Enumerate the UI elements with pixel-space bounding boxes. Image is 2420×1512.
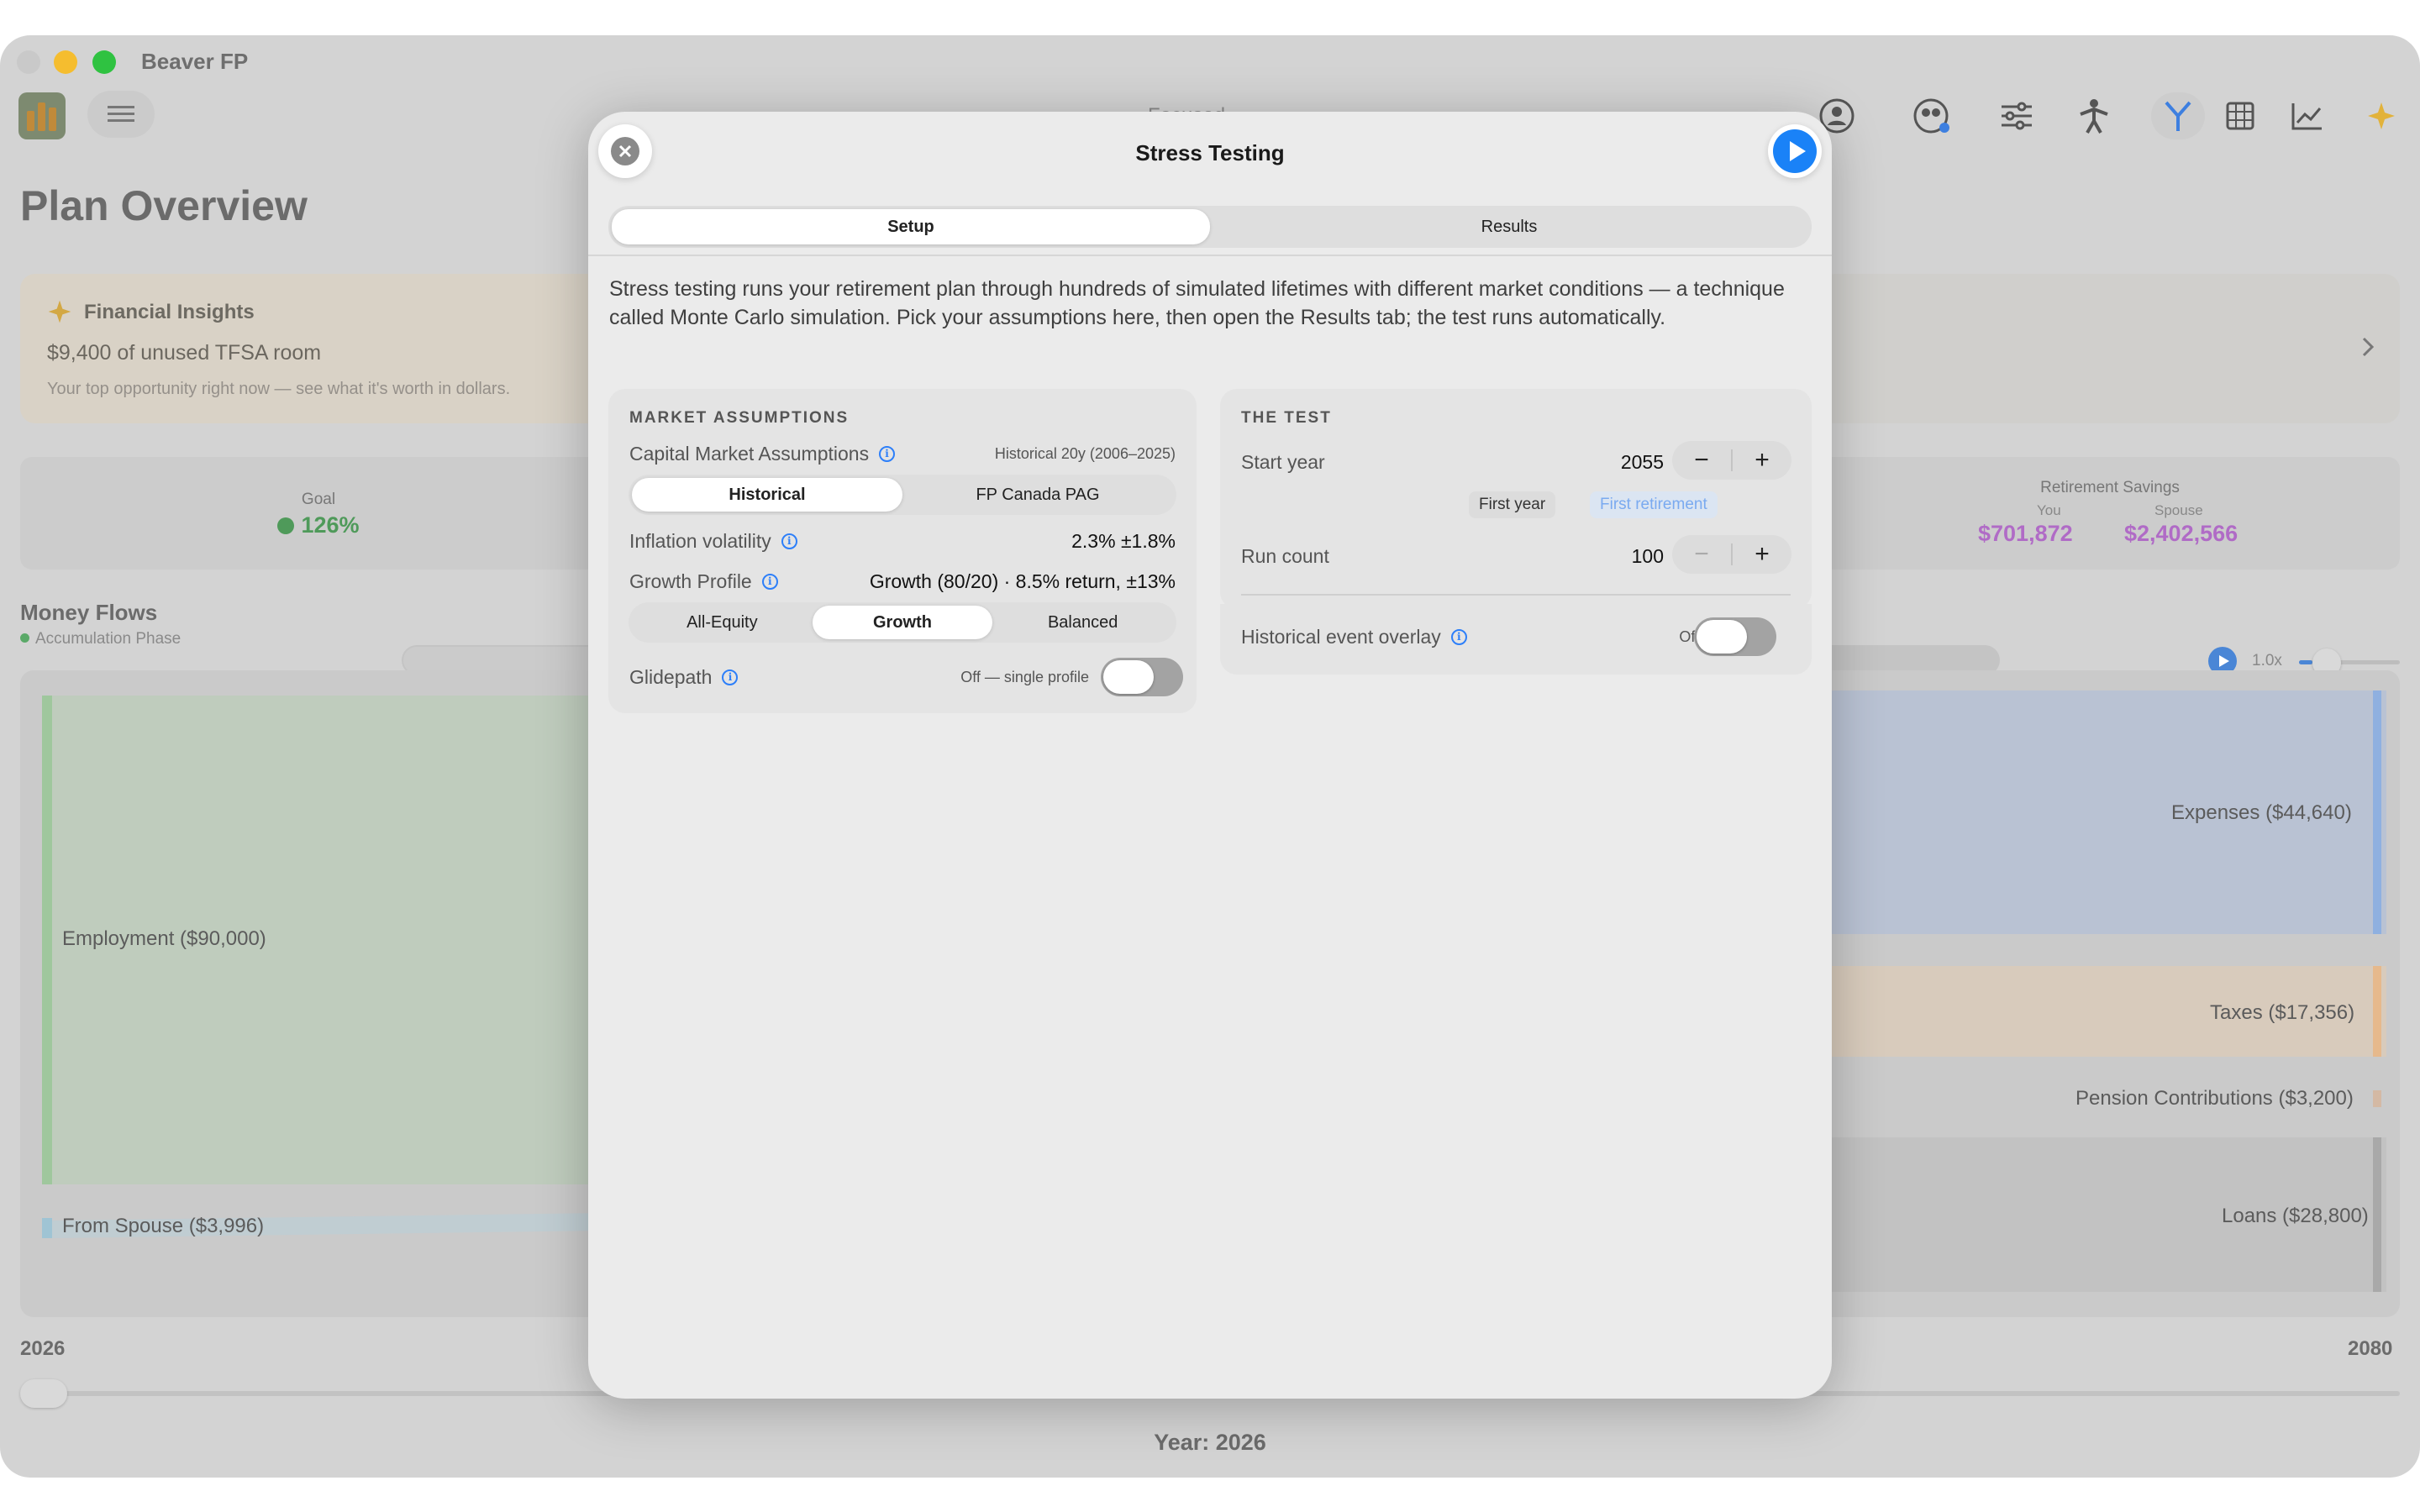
start-year-chip-first-retirement[interactable]: First retirement [1590, 491, 1718, 518]
chevron-right-icon [2362, 337, 2375, 357]
money-flows-title: Money Flows [20, 600, 158, 625]
growth-profile-segmented-control: All-Equity Growth Balanced [629, 602, 1176, 643]
phase-label: Accumulation Phase [35, 630, 182, 648]
sidebar-menu-button[interactable] [87, 91, 155, 138]
grid-icon[interactable] [2217, 92, 2264, 139]
insights-headline: $9,400 of unused TFSA room [47, 341, 322, 365]
retirement-savings-card[interactable]: Retirement Savings You Spouse $701,872 $… [1820, 457, 2400, 570]
cma-label: Capital Market Assumptions [629, 443, 870, 465]
insights-subtext: Your top opportunity right now — see wha… [47, 380, 511, 398]
insights-card-right[interactable] [1820, 274, 2400, 423]
start-year-stepper: − + [1672, 441, 1791, 480]
run-count-label: Run count [1241, 545, 1329, 567]
growth-profile-value: Growth (80/20) · 8.5% return, ±13% [869, 570, 1176, 592]
growth-option-balanced[interactable]: Balanced [992, 606, 1173, 639]
app-name: Beaver FP [141, 49, 249, 74]
the-test-card: THE TEST Start year 2055 − + First year F… [1220, 389, 1812, 609]
sliders-icon[interactable] [1993, 92, 2040, 139]
flow-taxes-label: Taxes ($17,356) [2210, 1001, 2355, 1024]
flow-loans-label: Loans ($28,800) [2222, 1205, 2369, 1227]
info-icon[interactable]: i [879, 446, 896, 462]
figure-icon[interactable] [2070, 92, 2118, 139]
spouse-label: Spouse [2154, 502, 2203, 518]
market-assumptions-card: MARKET ASSUMPTIONS Capital Market Assump… [608, 389, 1197, 713]
start-year-decrement-button[interactable]: − [1672, 441, 1731, 480]
current-year-label: Year: 2026 [1154, 1430, 1266, 1455]
minimize-window-button[interactable] [54, 50, 77, 74]
you-savings-value: $701,872 [1978, 521, 2073, 546]
timeline-start-year: 2026 [20, 1337, 66, 1360]
run-count-decrement-button[interactable]: − [1672, 535, 1731, 574]
inflation-label: Inflation volatility [629, 530, 771, 552]
start-year-label: Start year [1241, 451, 1325, 473]
growth-option-all-equity[interactable]: All-Equity [632, 606, 813, 639]
stress-testing-modal: Stress Testing Setup Results Stress test… [588, 112, 1832, 1399]
play-icon [1773, 129, 1817, 173]
goal-card[interactable]: Goal 126% [20, 457, 617, 570]
sparkle-icon[interactable] [2358, 92, 2405, 139]
branch-icon[interactable] [2151, 92, 2205, 139]
stress-test-description: Stress testing runs your retirement plan… [609, 277, 1785, 329]
run-count-increment-button[interactable]: + [1733, 535, 1791, 574]
line-chart-icon[interactable] [2284, 92, 2331, 139]
goal-label: Goal [301, 491, 336, 508]
flow-expenses-label: Expenses ($44,640) [2171, 801, 2352, 824]
timeline-end-year: 2080 [2348, 1337, 2393, 1360]
flow-employment-label: Employment ($90,000) [62, 927, 266, 950]
flow-from-spouse-label: From Spouse ($3,996) [62, 1215, 265, 1237]
info-icon[interactable]: i [1450, 629, 1467, 645]
phase-dot-icon [20, 633, 29, 643]
app-logo-icon [18, 92, 66, 139]
run-test-button[interactable] [1768, 124, 1822, 178]
start-year-increment-button[interactable]: + [1733, 441, 1791, 480]
people-icon[interactable] [1909, 92, 1956, 139]
run-count-stepper: − + [1672, 535, 1791, 574]
page-title: Plan Overview [20, 182, 308, 229]
overlay-toggle[interactable] [1694, 617, 1776, 656]
tab-setup[interactable]: Setup [612, 209, 1210, 244]
close-window-button[interactable] [17, 50, 40, 74]
the-test-heading: THE TEST [1241, 409, 1332, 427]
start-year-value: 2055 [1620, 451, 1664, 473]
financial-insights-card[interactable]: Financial Insights $9,400 of unused TFSA… [20, 274, 617, 423]
info-icon[interactable]: i [722, 669, 739, 685]
info-icon[interactable]: i [761, 574, 778, 590]
tab-results[interactable]: Results [1210, 209, 1808, 244]
run-count-value: 100 [1631, 545, 1664, 567]
speed-label: 1.0x [2252, 652, 2282, 669]
market-assumptions-heading: MARKET ASSUMPTIONS [629, 409, 850, 427]
you-label: You [2037, 502, 2061, 518]
cma-option-historical[interactable]: Historical [632, 478, 902, 512]
spouse-savings-value: $2,402,566 [2124, 521, 2238, 546]
growth-profile-label: Growth Profile [629, 570, 752, 592]
speed-slider[interactable] [2299, 648, 2400, 677]
overlay-label: Historical event overlay [1241, 626, 1441, 648]
retirement-savings-label: Retirement Savings [2040, 479, 2180, 496]
glidepath-label: Glidepath [629, 666, 713, 688]
cma-option-fp-canada-pag[interactable]: FP Canada PAG [902, 478, 1173, 512]
start-year-chip-first-year[interactable]: First year [1469, 491, 1556, 518]
growth-option-growth[interactable]: Growth [812, 606, 993, 639]
cma-segmented-control: Historical FP Canada PAG [629, 475, 1176, 515]
cma-value: Historical 20y (2006–2025) [994, 445, 1176, 462]
glidepath-toggle[interactable] [1101, 658, 1183, 696]
insights-title: Financial Insights [84, 301, 255, 323]
sparkle-icon [48, 300, 71, 323]
info-icon[interactable]: i [781, 533, 797, 549]
inflation-value: 2.3% ±1.8% [1071, 530, 1176, 552]
modal-tabs: Setup Results [608, 206, 1812, 248]
flow-pension-label: Pension Contributions ($3,200) [2075, 1087, 2354, 1110]
overlay-row: Historical event overlay i Off [1220, 604, 1812, 675]
modal-title: Stress Testing [1135, 140, 1285, 165]
maximize-window-button[interactable] [92, 50, 116, 74]
glidepath-value: Off — single profile [960, 669, 1089, 685]
goal-value: 126% [301, 512, 360, 538]
check-circle-icon [277, 517, 295, 534]
